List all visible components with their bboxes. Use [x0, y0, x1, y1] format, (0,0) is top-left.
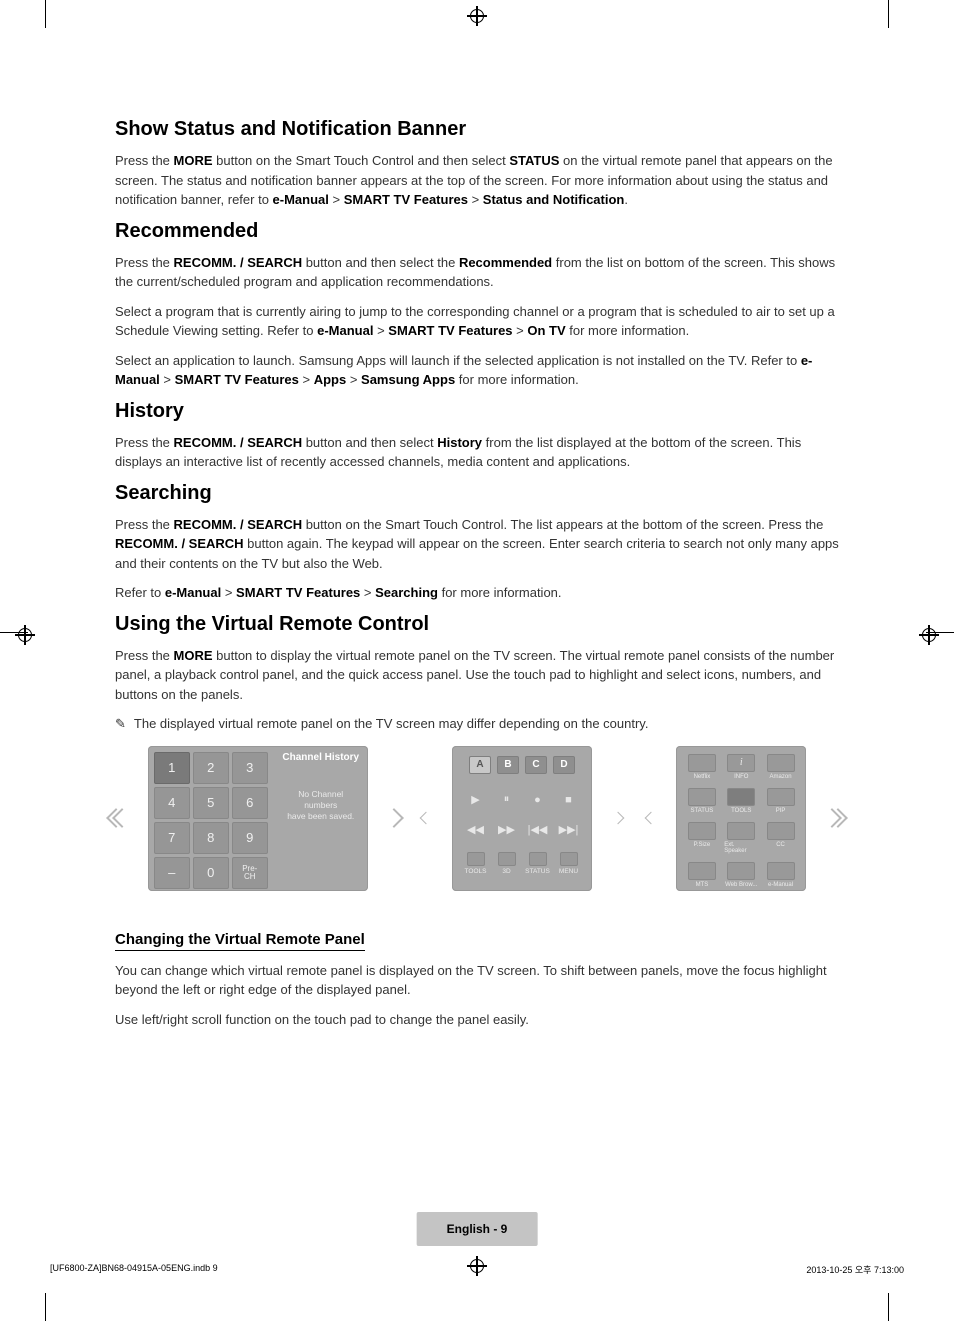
color-button-d: D [553, 756, 575, 774]
heading-searching: Searching [115, 482, 839, 505]
tools-button: TOOLS [462, 852, 490, 875]
play-icon: ▶ [466, 792, 486, 808]
paragraph: Press the MORE button to display the vir… [115, 646, 839, 705]
playback-panel: A B C D ▶ ⏸ ● ■ ◀◀ ▶▶ |◀◀ ▶▶| TOOLS 3D S… [452, 746, 592, 891]
app-pip: PIP [764, 788, 798, 814]
app-web-browser: Web Brow... [724, 862, 758, 888]
app-tools: TOOLS [724, 788, 758, 814]
app-amazon: Amazon [764, 754, 798, 780]
keypad-key-prech: Pre- CH [232, 857, 268, 889]
keypad-key: 1 [154, 752, 190, 784]
chevron-right-icon [387, 806, 401, 830]
paragraph: Select a program that is currently airin… [115, 302, 839, 341]
paragraph: You can change which virtual remote pane… [115, 961, 839, 1000]
app-netflix: Netflix [685, 754, 719, 780]
heading-recommended: Recommended [115, 220, 839, 243]
paragraph: Select an application to launch. Samsung… [115, 351, 839, 390]
fast-forward-icon: ▶▶ [497, 822, 517, 838]
app-status: STATUS [685, 788, 719, 814]
stop-icon: ■ [559, 792, 579, 808]
crop-mark [45, 1293, 46, 1321]
pause-icon: ⏸ [497, 792, 517, 808]
keypad-key: 9 [232, 822, 268, 854]
note-text: The displayed virtual remote panel on th… [134, 714, 649, 734]
app-info: iINFO [724, 754, 758, 780]
app-emanual: e-Manual [764, 862, 798, 888]
keypad-key: 4 [154, 787, 190, 819]
app-ext-speaker: Ext. Speaker [724, 822, 758, 854]
keypad-key: 8 [193, 822, 229, 854]
app-cc: CC [764, 822, 798, 854]
chevron-left-icon [644, 806, 658, 830]
color-button-b: B [497, 756, 519, 774]
paragraph: Use left/right scroll function on the to… [115, 1010, 839, 1030]
note: ✎ The displayed virtual remote panel on … [115, 714, 839, 734]
print-timestamp: 2013-10-25 오후 7:13:00 [806, 1263, 904, 1276]
keypad-key: 5 [193, 787, 229, 819]
3d-button: 3D [493, 852, 521, 875]
subheading-changing-panel: Changing the Virtual Remote Panel [115, 931, 365, 951]
chevron-left-icon [419, 806, 433, 830]
registration-mark-icon [919, 625, 939, 645]
virtual-remote-panels: 1 2 3 4 5 6 7 8 9 – 0 Pre- CH Channel Hi… [115, 746, 839, 891]
chevron-right-double-icon [825, 806, 839, 830]
heading-virtual-remote: Using the Virtual Remote Control [115, 613, 839, 636]
registration-mark-icon [15, 625, 35, 645]
channel-history-message: No Channel numbershave been saved. [282, 789, 360, 822]
heading-status-banner: Show Status and Notification Banner [115, 118, 839, 141]
keypad-key: 6 [232, 787, 268, 819]
paragraph: Refer to e-Manual > SMART TV Features > … [115, 583, 839, 603]
record-icon: ● [528, 792, 548, 808]
quick-access-panel: Netflix iINFO Amazon STATUS TOOLS PIP P.… [676, 746, 806, 891]
print-metadata: [UF6800-ZA]BN68-04915A-05ENG.indb 9 2013… [50, 1263, 904, 1276]
skip-forward-icon: ▶▶| [559, 822, 579, 838]
crop-mark [45, 0, 46, 28]
heading-history: History [115, 400, 839, 423]
registration-mark-icon [467, 6, 487, 26]
crop-mark [888, 0, 889, 28]
chevron-left-double-icon [115, 806, 129, 830]
crop-mark [888, 1293, 889, 1321]
keypad-key: 2 [193, 752, 229, 784]
menu-button: MENU [555, 852, 583, 875]
keypad-key: 0 [193, 857, 229, 889]
app-psize: P.Size [685, 822, 719, 854]
paragraph: Press the RECOMM. / SEARCH button and th… [115, 253, 839, 292]
skip-back-icon: |◀◀ [528, 822, 548, 838]
channel-history-title: Channel History [282, 752, 359, 763]
keypad-key: – [154, 857, 190, 889]
paragraph: Press the RECOMM. / SEARCH button and th… [115, 433, 839, 472]
keypad-key: 7 [154, 822, 190, 854]
print-filename: [UF6800-ZA]BN68-04915A-05ENG.indb 9 [50, 1263, 218, 1276]
note-icon: ✎ [115, 714, 126, 734]
number-panel: 1 2 3 4 5 6 7 8 9 – 0 Pre- CH Channel Hi… [148, 746, 368, 891]
chevron-right-icon [611, 806, 625, 830]
keypad-key: 3 [232, 752, 268, 784]
paragraph: Press the MORE button on the Smart Touch… [115, 151, 839, 210]
app-mts: MTS [685, 862, 719, 888]
color-button-a: A [469, 756, 491, 774]
paragraph: Press the RECOMM. / SEARCH button on the… [115, 515, 839, 574]
rewind-icon: ◀◀ [466, 822, 486, 838]
status-button: STATUS [524, 852, 552, 875]
color-button-c: C [525, 756, 547, 774]
page-number: English - 9 [417, 1212, 538, 1246]
